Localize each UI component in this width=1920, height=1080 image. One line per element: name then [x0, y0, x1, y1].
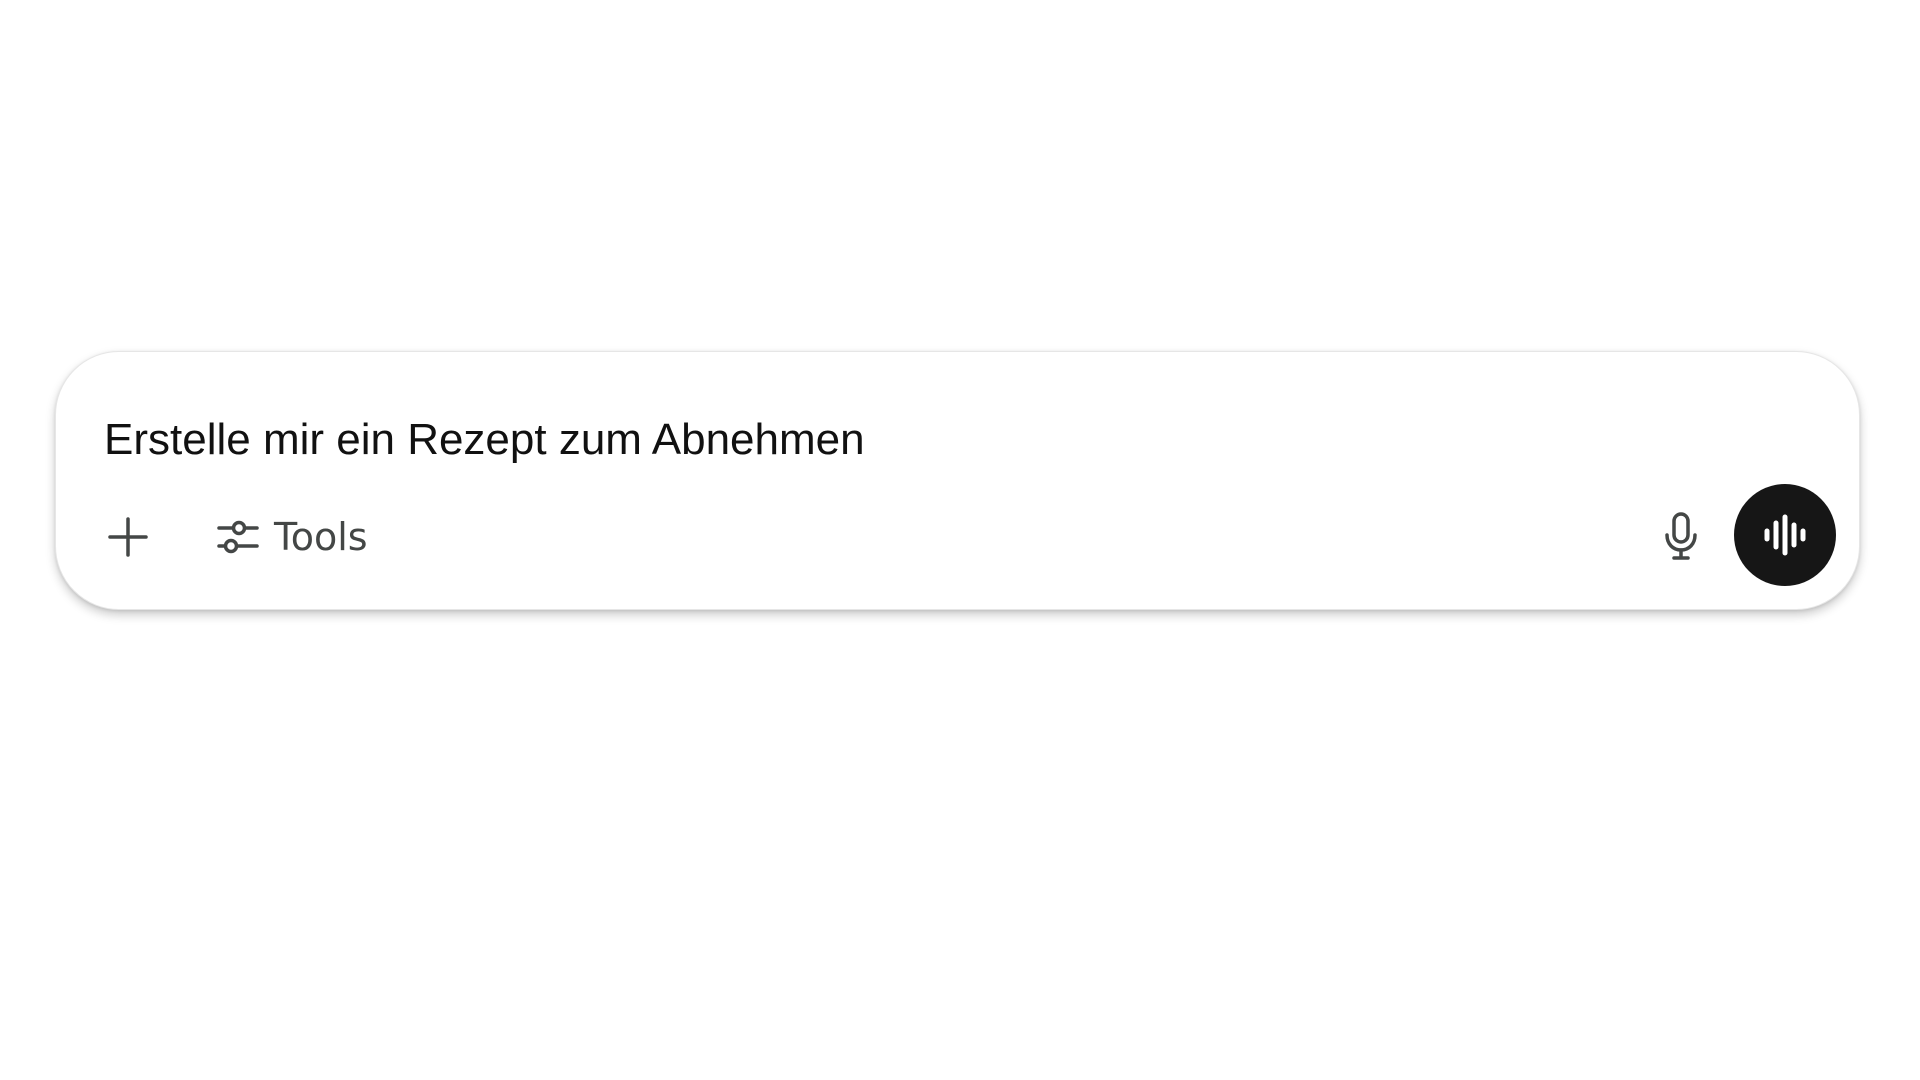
prompt-composer: Erstelle mir ein Rezept zum Abnehmen Too… [55, 351, 1860, 610]
sliders-icon [217, 520, 259, 554]
audio-waveform-icon [1764, 514, 1806, 556]
tools-label: Tools [274, 515, 368, 559]
plus-icon [108, 517, 148, 557]
add-button[interactable] [98, 507, 158, 567]
microphone-icon [1665, 512, 1697, 560]
voice-mode-button[interactable] [1734, 484, 1836, 586]
prompt-input[interactable]: Erstelle mir ein Rezept zum Abnehmen [104, 412, 1704, 468]
microphone-button[interactable] [1646, 502, 1716, 572]
tools-button[interactable]: Tools [204, 507, 380, 567]
